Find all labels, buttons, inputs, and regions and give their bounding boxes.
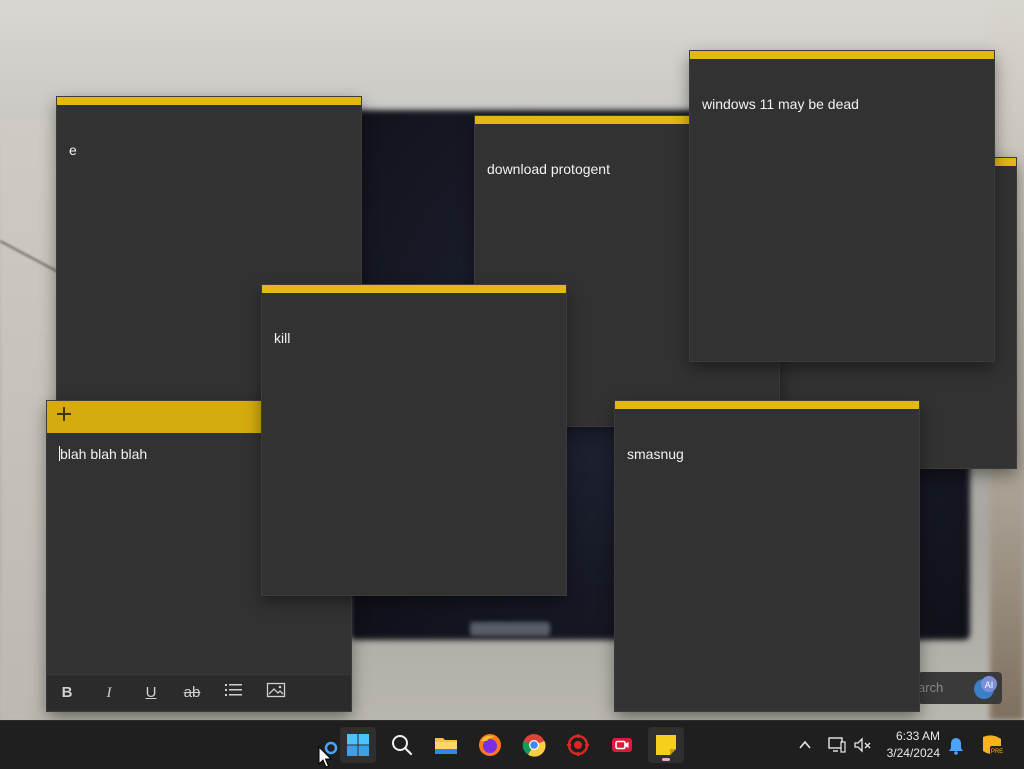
- italic-button[interactable]: I: [97, 682, 121, 704]
- note-text: blah blah blah: [60, 446, 148, 462]
- note-title-bar[interactable]: [690, 51, 994, 59]
- svg-text:PRE: PRE: [991, 749, 1003, 755]
- note-text[interactable]: download protogent: [487, 161, 610, 177]
- search-button[interactable]: [384, 727, 420, 763]
- volume-muted-icon[interactable]: [854, 737, 872, 753]
- start-button[interactable]: [340, 727, 376, 763]
- note-text[interactable]: kill: [274, 330, 290, 346]
- sticky-notes-icon: [656, 735, 676, 755]
- clock-time[interactable]: 6:33 AM: [880, 729, 940, 743]
- note-title-bar[interactable]: [262, 285, 566, 293]
- note-text[interactable]: windows 11 may be dead: [702, 96, 859, 112]
- note-title-bar[interactable]: [615, 401, 919, 409]
- note-text[interactable]: smasnug: [627, 446, 684, 462]
- sticky-note-smasnug[interactable]: smasnug: [615, 401, 919, 711]
- bullet-list-button[interactable]: [222, 682, 246, 704]
- search-placeholder: arch: [918, 680, 944, 695]
- sticky-notes-button[interactable]: [648, 727, 684, 763]
- search-icon: [392, 735, 413, 756]
- bullet-list-icon: [225, 684, 242, 696]
- note-title-bar[interactable]: [57, 97, 361, 105]
- note-text[interactable]: e: [69, 142, 77, 158]
- taskbar: 6:33 AM 3/24/2024 PRE: [0, 720, 1024, 769]
- ai-assistant-icon[interactable]: AI: [972, 674, 1000, 702]
- screen-recorder-button[interactable]: [604, 727, 640, 763]
- notification-bell-icon[interactable]: [948, 737, 964, 755]
- sticky-note-kill[interactable]: kill: [262, 285, 566, 595]
- firefox-button[interactable]: [472, 727, 508, 763]
- copilot-preview-icon[interactable]: PRE: [980, 733, 1004, 757]
- bold-button[interactable]: B: [55, 682, 79, 704]
- underline-button[interactable]: U: [139, 682, 163, 704]
- format-toolbar: B I U ab: [47, 674, 351, 711]
- strikethrough-button[interactable]: ab: [180, 682, 204, 704]
- folder-icon: [435, 738, 457, 754]
- chevron-up-icon[interactable]: [798, 739, 812, 751]
- sticky-note-windows[interactable]: windows 11 may be dead: [690, 51, 994, 361]
- running-indicator: [662, 758, 670, 761]
- add-image-button[interactable]: [264, 682, 288, 704]
- video-camera-icon: [612, 738, 632, 752]
- clock-date[interactable]: 3/24/2024: [876, 746, 940, 760]
- chrome-icon: [522, 734, 546, 757]
- new-note-icon[interactable]: [57, 407, 71, 421]
- note-editor[interactable]: blah blah blah: [59, 446, 147, 462]
- firefox-icon: [479, 734, 501, 756]
- mouse-cursor-icon: [318, 746, 332, 768]
- antivirus-icon: [567, 734, 589, 756]
- chrome-button[interactable]: [516, 727, 552, 763]
- network-icon[interactable]: [828, 737, 846, 753]
- file-explorer-button[interactable]: [428, 727, 464, 763]
- wallpaper-tv-base: [470, 622, 550, 636]
- antivirus-button[interactable]: [560, 727, 596, 763]
- svg-text:AI: AI: [985, 680, 994, 690]
- windows-logo-icon: [347, 734, 369, 756]
- image-icon: [266, 682, 286, 698]
